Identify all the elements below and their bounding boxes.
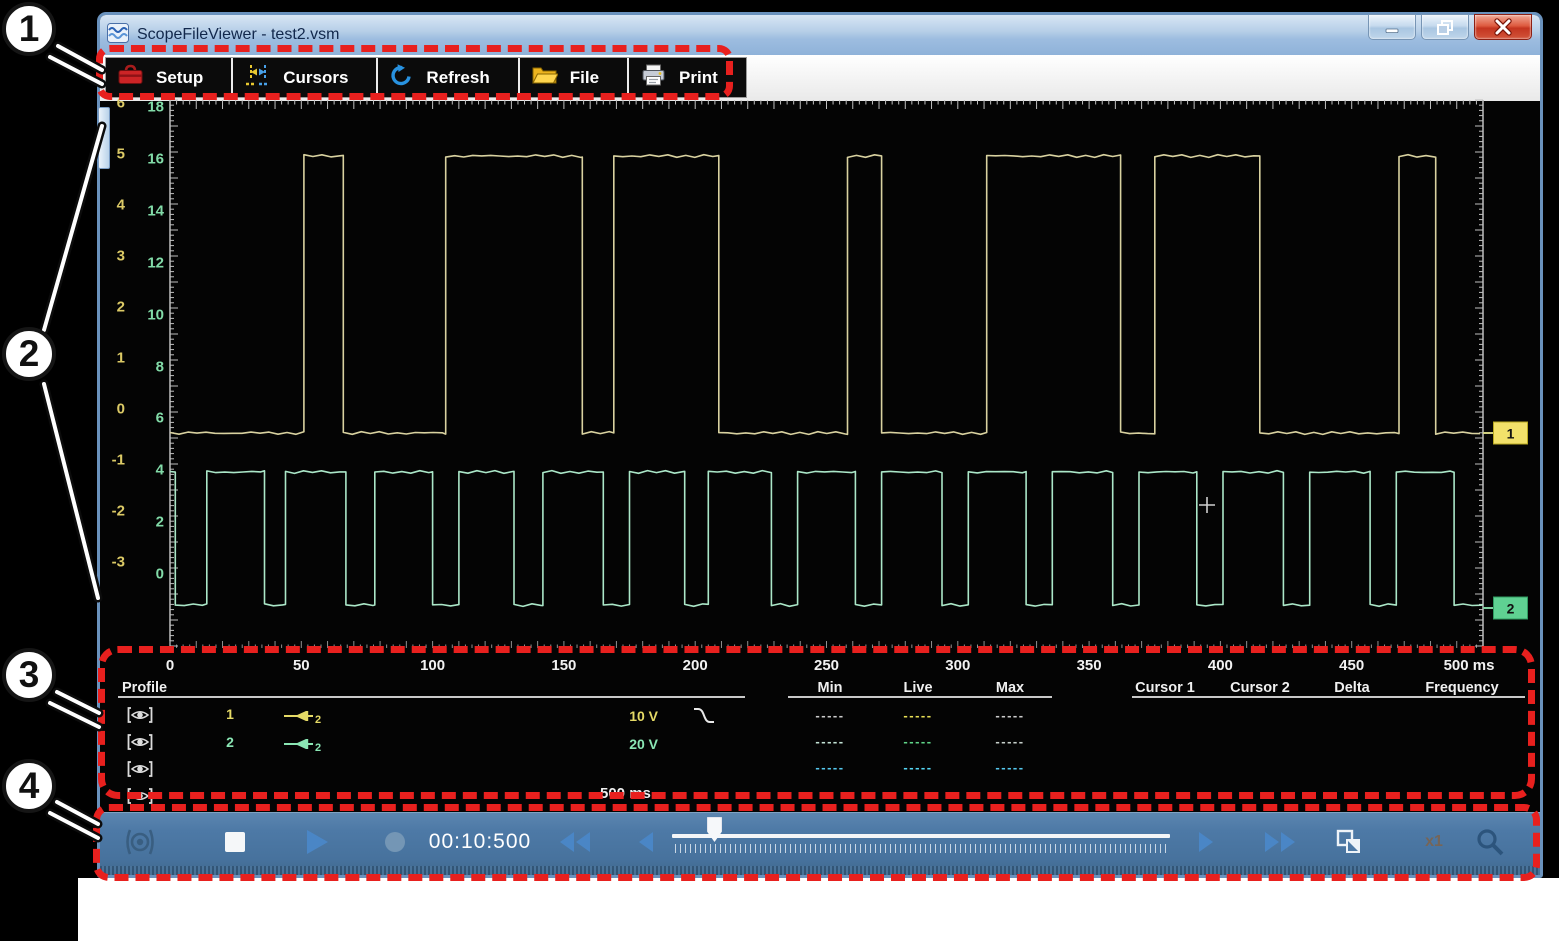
page-background (78, 878, 1559, 941)
callout-3: 3 (2, 648, 56, 702)
channel-2-badge[interactable]: 2 (1493, 597, 1528, 620)
y-axis-ch2-label: 14 (147, 202, 164, 219)
crosshair-cursor (1199, 497, 1215, 513)
callout-4: 4 (2, 759, 56, 813)
side-panel-handle[interactable] (98, 107, 110, 169)
y-axis-ch1-label: -3 (112, 554, 125, 571)
highlight-box-toolbar (96, 45, 733, 100)
y-axis-ch2-label: 6 (156, 410, 164, 427)
highlight-box-profile-panel (98, 646, 1535, 799)
y-axis-ch2-label: 2 (156, 514, 164, 531)
channel2-waveform (170, 471, 1483, 607)
y-axis-ch1-label: 5 (117, 146, 125, 163)
y-axis-ch1-label: -1 (112, 452, 125, 469)
y-axis-ch1-label: 4 (117, 197, 125, 214)
channel-1-badge[interactable]: 1 (1493, 422, 1528, 445)
y-axis-ch2-label: 18 (147, 99, 164, 116)
callout-2: 2 (2, 327, 56, 381)
callout-1: 1 (2, 2, 56, 56)
highlight-box-playback-bar (93, 804, 1540, 881)
y-axis-ch1-label: 0 (117, 401, 125, 418)
y-axis-ch1-label: 2 (117, 299, 125, 316)
y-axis-ch2-label: 12 (147, 254, 164, 271)
y-axis-ch2-label: 10 (147, 306, 164, 323)
channel1-waveform (170, 155, 1480, 435)
y-axis-ch2-label: 4 (156, 462, 164, 479)
y-axis-ch2-label: 0 (156, 566, 164, 583)
figure-canvas: ScopeFileViewer - test2.vsm SetupCursors… (0, 0, 1559, 941)
y-axis-ch1-label: -2 (112, 503, 125, 520)
y-axis-ch1-label: 3 (117, 248, 125, 265)
y-axis-ch2-label: 16 (147, 150, 164, 167)
y-axis-ch2-label: 8 (156, 358, 164, 375)
y-axis-ch1-label: 1 (117, 350, 125, 367)
